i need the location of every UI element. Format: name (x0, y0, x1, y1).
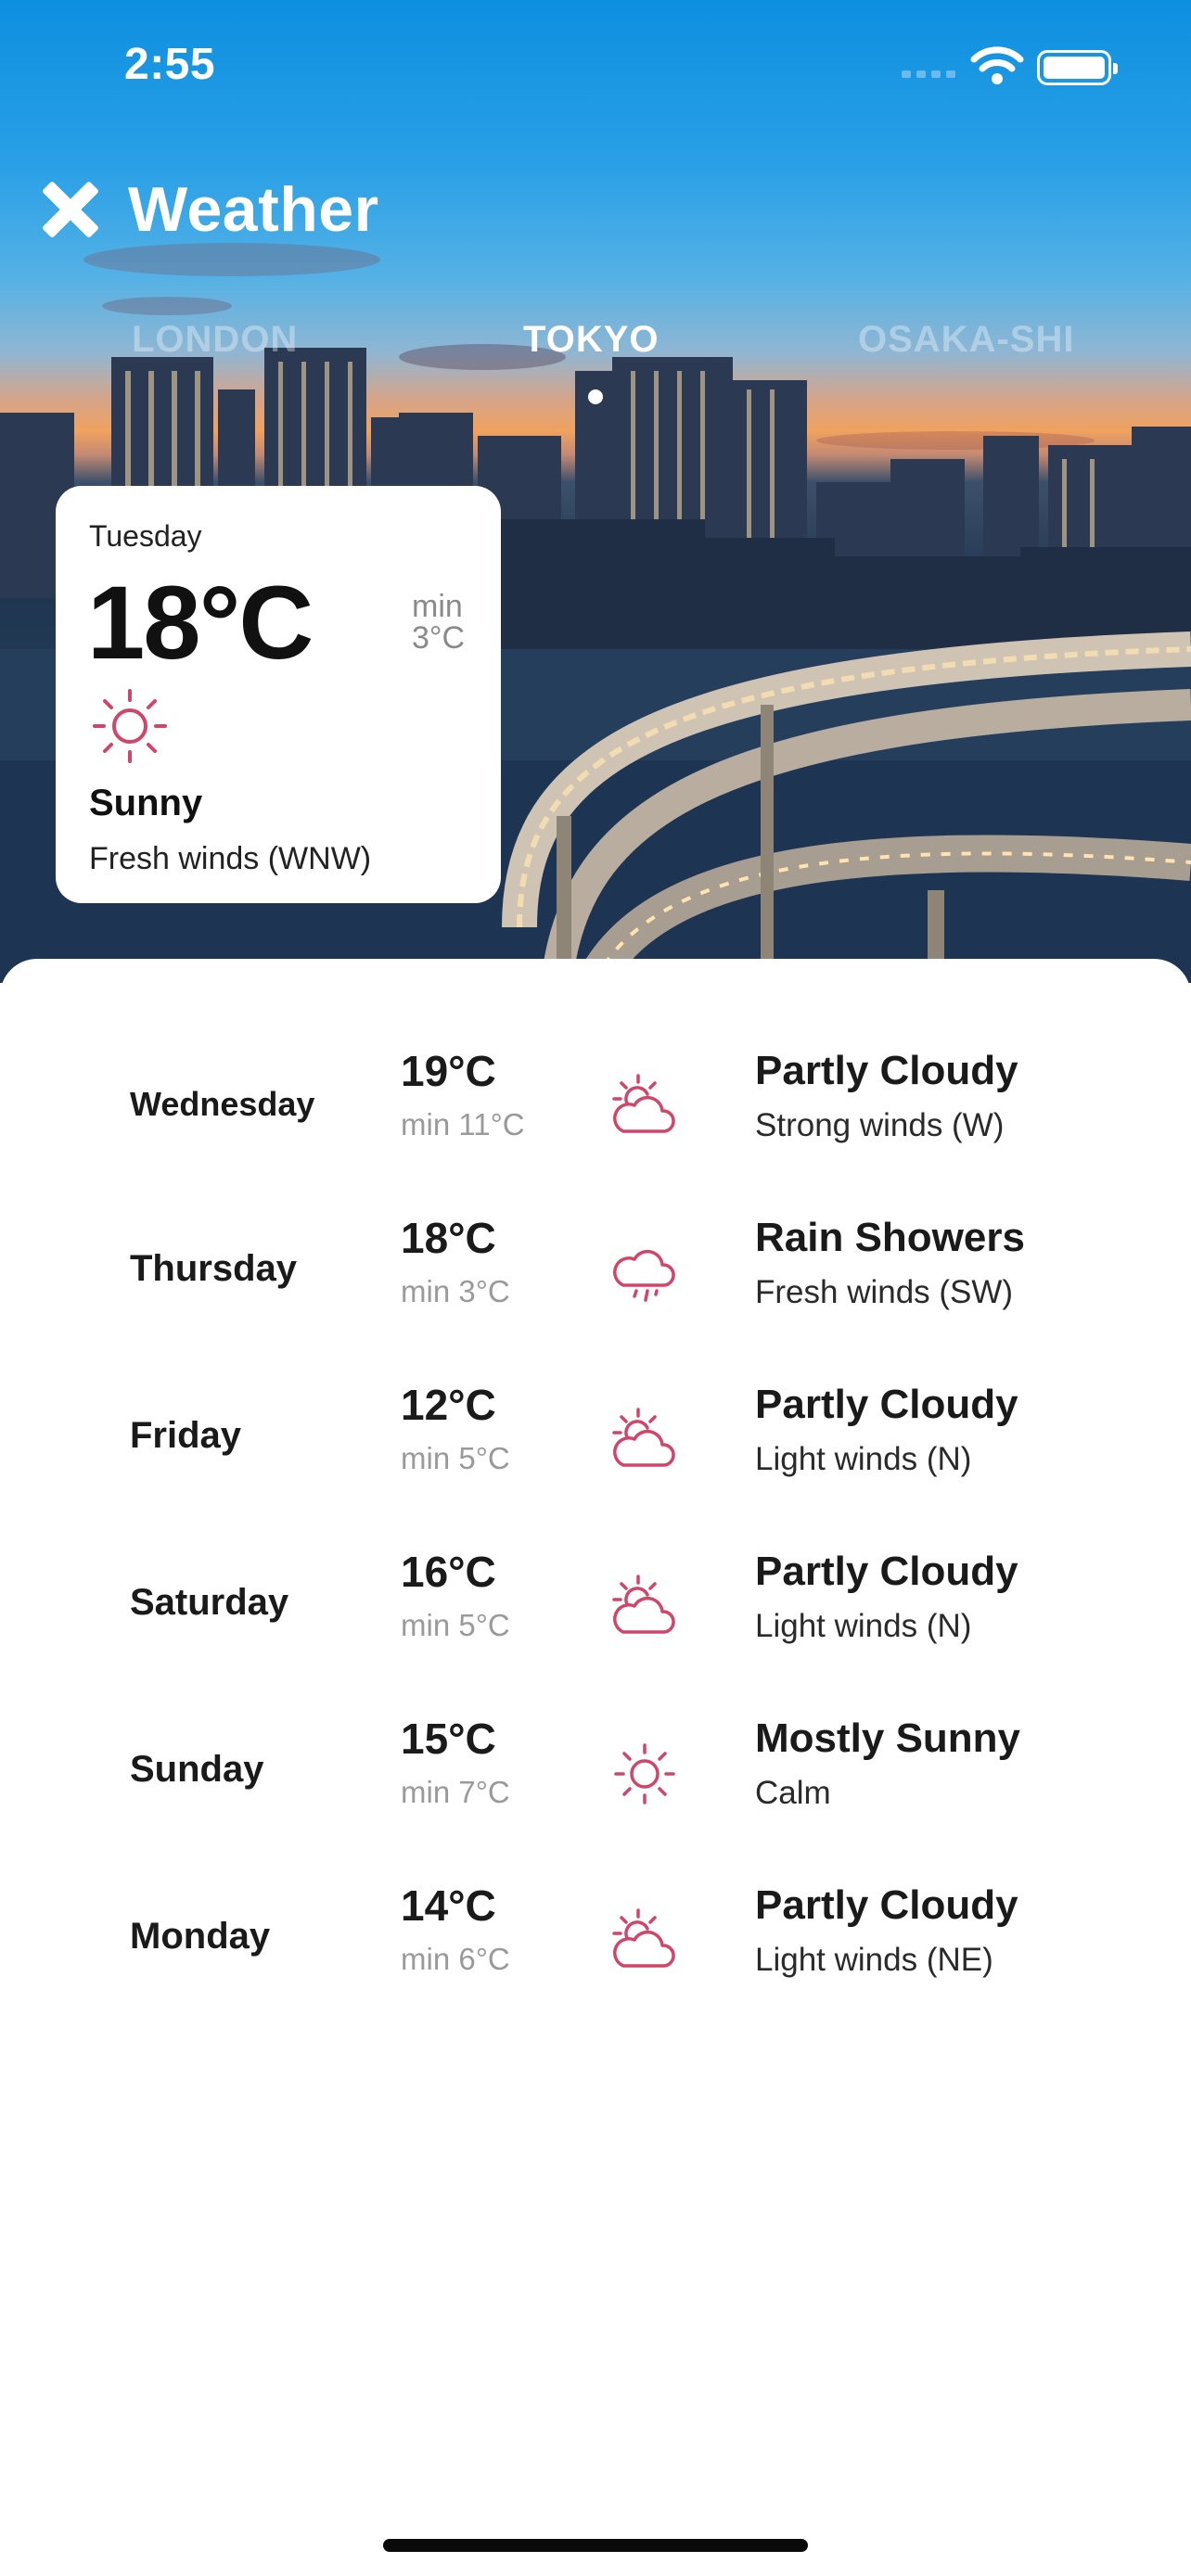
status-bar: 2:55 (0, 0, 1191, 130)
forecast-day: Wednesday (130, 1085, 315, 1123)
forecast-day: Sunday (130, 1749, 264, 1790)
partly-cloudy-icon (612, 1575, 675, 1634)
forecast-wind: Light winds (N) (755, 1441, 972, 1477)
city-tab-london[interactable]: LONDON (132, 319, 298, 361)
rain-showers-icon (613, 1249, 675, 1302)
forecast-day: Saturday (130, 1582, 289, 1623)
city-pager: LONDON TOKYO OSAKA-SHI (0, 319, 1191, 384)
forecast-row-wednesday[interactable]: Wednesday 19°C min 11°C Partly Cloudy St… (0, 1022, 1191, 1189)
forecast-high: 15°C (401, 1715, 496, 1763)
home-indicator[interactable] (383, 2539, 808, 2552)
forecast-condition: Partly Cloudy (755, 1382, 1018, 1427)
city-tab-tokyo[interactable]: TOKYO (523, 319, 660, 361)
page-title: Weather (128, 174, 379, 245)
forecast-condition: Rain Showers (755, 1215, 1025, 1260)
forecast-condition: Mostly Sunny (755, 1715, 1021, 1761)
forecast-condition: Partly Cloudy (755, 1882, 1018, 1928)
city-tab-osaka-shi[interactable]: OSAKA-SHI (858, 319, 1074, 361)
forecast-day: Thursday (130, 1248, 298, 1289)
forecast-row-saturday[interactable]: Saturday 16°C min 5°C Partly Cloudy Ligh… (0, 1523, 1191, 1690)
today-min-label: min (412, 589, 463, 624)
forecast-low: min 3°C (401, 1274, 510, 1308)
forecast-wind: Calm (755, 1775, 831, 1811)
page-indicator-dot (588, 389, 603, 404)
forecast-list: Wednesday 19°C min 11°C Partly Cloudy St… (0, 959, 1191, 2576)
forecast-row-thursday[interactable]: Thursday 18°C min 3°C Rain Showers Fresh… (0, 1189, 1191, 1356)
forecast-condition: Partly Cloudy (755, 1549, 1018, 1594)
partly-cloudy-icon (612, 1408, 675, 1467)
forecast-day: Friday (130, 1415, 242, 1456)
forecast-low: min 5°C (401, 1608, 510, 1642)
today-condition: Sunny (89, 783, 203, 823)
forecast-row-monday[interactable]: Monday 14°C min 6°C Partly Cloudy Light … (0, 1856, 1191, 2023)
forecast-high: 12°C (401, 1381, 496, 1429)
forecast-day: Monday (130, 1916, 271, 1957)
forecast-high: 19°C (401, 1047, 496, 1095)
today-weather-card: Tuesday 18°C min 3°C Sunny Fresh winds (… (56, 486, 501, 903)
partly-cloudy-icon (612, 1908, 675, 1968)
forecast-low: min 7°C (401, 1775, 510, 1809)
status-time: 2:55 (124, 40, 216, 89)
sun-icon (93, 689, 167, 763)
top-nav: Weather (35, 172, 379, 247)
forecast-row-friday[interactable]: Friday 12°C min 5°C Partly Cloudy Light … (0, 1356, 1191, 1523)
forecast-condition: Partly Cloudy (755, 1048, 1018, 1093)
forecast-row-sunday[interactable]: Sunday 15°C min 7°C Mostly Sunny Calm (0, 1690, 1191, 1856)
partly-cloudy-icon (612, 1074, 675, 1133)
forecast-high: 16°C (401, 1548, 496, 1596)
forecast-low: min 5°C (401, 1441, 510, 1475)
forecast-high: 18°C (401, 1214, 496, 1262)
forecast-low: min 6°C (401, 1942, 510, 1976)
today-min-temperature: 3°C (412, 620, 466, 656)
cellular-signal-icon (902, 70, 957, 80)
battery-icon (1037, 50, 1118, 85)
close-button[interactable] (35, 174, 106, 245)
today-wind: Fresh winds (WNW) (89, 841, 372, 876)
sun-icon (614, 1743, 675, 1804)
today-day: Tuesday (89, 519, 202, 553)
forecast-high: 14°C (401, 1881, 496, 1930)
forecast-wind: Light winds (NE) (755, 1942, 993, 1978)
forecast-wind: Light winds (N) (755, 1608, 972, 1644)
wifi-icon (970, 46, 1024, 84)
today-temperature: 18°C (87, 565, 314, 681)
forecast-wind: Fresh winds (SW) (755, 1274, 1014, 1310)
forecast-wind: Strong winds (W) (755, 1107, 1005, 1143)
forecast-low: min 11°C (401, 1107, 525, 1141)
